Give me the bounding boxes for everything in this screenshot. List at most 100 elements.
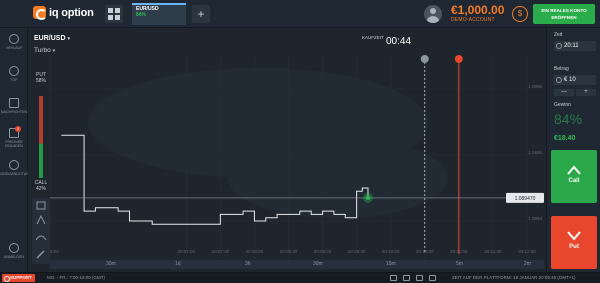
asset-pair: EUR/USD: [34, 35, 66, 42]
amount-label: Betrag: [554, 66, 569, 72]
profit-label: Gewinn: [554, 102, 571, 108]
top-icon: [9, 66, 19, 76]
top-bar: iq option EUR/USD 84% + €1,000.00 DEMO-A…: [0, 0, 600, 28]
open-real-account-button[interactable]: EIN REALES KONTO ERÖFFNEN: [533, 4, 595, 24]
settings-icon[interactable]: [416, 275, 423, 281]
support-button[interactable]: SUPPORT: [2, 274, 35, 282]
put-button-label: Put: [569, 244, 579, 250]
clock-icon: [556, 43, 562, 49]
logo-icon: [33, 6, 47, 20]
amount-decrease-button[interactable]: —: [554, 89, 574, 96]
time-tick-label: 20:07:00: [178, 249, 196, 254]
profit-percentage: 84%: [554, 111, 583, 127]
expiry-marker: [454, 55, 463, 63]
sidebar-item-news[interactable]: NACHRICHTEN: [0, 98, 28, 114]
logo-text: iq option: [49, 6, 94, 19]
footer: SUPPORT MO. - FR.: 7:00-18:00 (GMT) ZEIT…: [0, 272, 600, 283]
profit-amount: €18.40: [554, 135, 576, 142]
call-sentiment: CALL 42%: [33, 180, 49, 192]
platform-time: ZEIT AUF DER PLATTFORM: 18 JANUAR 20:09:…: [452, 275, 576, 280]
call-sentiment-pct: 42%: [35, 186, 46, 192]
period-option[interactable]: 30m: [106, 261, 116, 267]
sidebar-item-label: VIDEOANLEITUNG: [0, 172, 32, 176]
price-tick-label: 1.0896: [528, 150, 542, 155]
balance-amount: €1,000.00: [451, 3, 505, 17]
sidebar-item-label: VERLAUF: [5, 46, 23, 50]
time-tick-label: 20:07:30: [212, 249, 230, 254]
video-icon: [9, 160, 19, 170]
time-tick-label: 20:12:00: [518, 249, 536, 254]
account-type: DEMO-ACCOUNT: [451, 17, 495, 23]
asset-tab[interactable]: EUR/USD 84%: [132, 3, 186, 25]
arrow-up-icon: [567, 165, 581, 175]
sidebar-item-login[interactable]: ANMELDEN: [0, 243, 28, 259]
news-icon: [9, 98, 19, 108]
avatar[interactable]: [424, 5, 442, 23]
price-tick-label: 1.0898: [528, 84, 542, 89]
chevron-down-icon: ▾: [52, 48, 56, 54]
sidebar-item-video-tutorial[interactable]: VIDEOANLEITUNG: [0, 160, 32, 176]
world-map-shape: [228, 138, 448, 218]
option-type: Turbo: [34, 47, 51, 54]
chart-tools: [32, 198, 50, 264]
login-icon: [9, 243, 19, 253]
arrow-down-icon: [567, 231, 581, 241]
sidebar-item-label: TOP: [10, 78, 18, 82]
fullscreen-icon[interactable]: [390, 275, 397, 281]
period-option[interactable]: 15m: [386, 261, 396, 267]
call-button[interactable]: Call: [551, 150, 597, 203]
all-assets-grid-icon[interactable]: [105, 5, 123, 23]
period-option[interactable]: 1d: [175, 261, 181, 267]
time-tick-label: 20:08:00: [246, 249, 264, 254]
amount-input[interactable]: € 10: [554, 75, 596, 85]
add-tab-button[interactable]: +: [192, 5, 210, 23]
expiry-time-value: 20:11: [564, 43, 579, 49]
sidebar-item-label: NACHRICHTEN: [0, 110, 28, 114]
sidebar-item-top[interactable]: TOP: [0, 66, 28, 82]
put-button[interactable]: Put: [551, 216, 597, 269]
notification-badge: 1: [15, 126, 21, 132]
time-tick-label: 20:09:30: [348, 249, 366, 254]
deposit-icon[interactable]: $: [512, 6, 528, 22]
asset-tab-payout: 84%: [136, 12, 147, 18]
support-hours: MO. - FR.: 7:00-18:00 (GMT): [47, 275, 106, 280]
amount-value: € 10: [564, 77, 576, 83]
period-bar: 30m 1d 3h 30m 15m 5m 2m: [50, 260, 544, 269]
pencil-icon: [36, 250, 45, 259]
asset-selector[interactable]: EUR/USD ▾: [34, 35, 70, 42]
candles-icon: [36, 201, 46, 210]
sidebar-item-label: FREUNDE EINLADEN: [5, 140, 23, 148]
logo[interactable]: iq option: [33, 6, 94, 20]
period-option[interactable]: 30m: [313, 261, 323, 267]
app: iq option EUR/USD 84% + €1,000.00 DEMO-A…: [0, 0, 600, 283]
put-sentiment-bar: [39, 96, 43, 144]
chevron-down-icon: ▾: [67, 36, 71, 42]
volume-icon[interactable]: [403, 275, 410, 281]
sidebar-item-label: ANMELDEN: [4, 255, 24, 259]
left-sidebar: VERLAUF TOP NACHRICHTEN 1 FREUNDE EINLAD…: [0, 28, 32, 272]
trade-panel: Zeit 20:11 Betrag € 10 — + Gewinn 84% €1…: [546, 28, 600, 272]
period-option[interactable]: 2m: [524, 261, 531, 267]
current-price-dot: [365, 195, 370, 200]
balance-display[interactable]: €1,000.00 DEMO-ACCOUNT: [451, 3, 504, 23]
call-button-label: Call: [568, 178, 580, 184]
option-type-selector[interactable]: Turbo ▾: [34, 47, 55, 54]
countdown-timer: 00:44: [386, 36, 412, 47]
time-tick-label: 20:08:30: [280, 249, 298, 254]
price-chart[interactable]: 20:05:00 20:07:00 20:07:30 20:08:00 20:08:30…: [28, 28, 546, 272]
chart-area[interactable]: 20:05:00 20:07:00 20:07:30 20:08:00 20:08:30…: [28, 28, 546, 272]
current-price-label: 1.089470: [515, 196, 536, 202]
expiry-time-input[interactable]: 20:11: [554, 41, 596, 51]
indicator-icon: [35, 235, 47, 241]
help-icon[interactable]: [429, 275, 436, 281]
purchase-time-marker: [420, 55, 429, 63]
put-sentiment-pct: 58%: [35, 78, 46, 84]
time-label: Zeit: [554, 32, 563, 38]
amount-increase-button[interactable]: +: [576, 89, 596, 96]
price-tick-label: 1.0894: [528, 216, 542, 221]
time-tick-label: 20:09:00: [314, 249, 332, 254]
period-option[interactable]: 3h: [245, 261, 251, 267]
sidebar-item-history[interactable]: VERLAUF: [0, 34, 28, 50]
sidebar-item-invite-friends[interactable]: 1 FREUNDE EINLADEN: [0, 126, 28, 148]
period-option[interactable]: 5m: [456, 261, 463, 267]
